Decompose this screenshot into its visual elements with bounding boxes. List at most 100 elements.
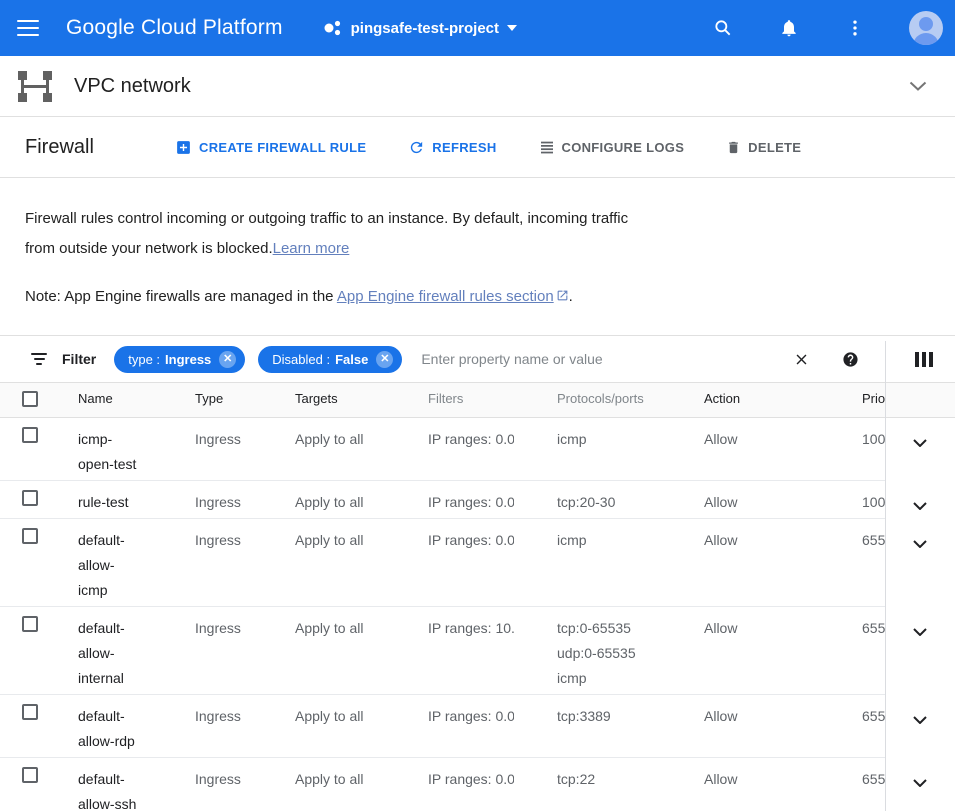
table-row: default-allow-rdp Ingress Apply to all I…: [0, 695, 955, 758]
add-box-icon: [175, 139, 192, 156]
row-checkbox[interactable]: [22, 616, 38, 632]
rule-filters: IP ranges: 10.128.0.0/9: [428, 616, 514, 641]
chevron-down-icon: [507, 25, 517, 31]
rule-protocols: tcp:20-30: [557, 481, 704, 518]
rule-type: Ingress: [195, 695, 295, 757]
rule-name: default-allow-rdp: [78, 704, 142, 754]
trash-icon: [726, 139, 741, 156]
rule-targets: Apply to all: [295, 758, 428, 811]
rule-name: rule-test: [78, 490, 129, 515]
configure-logs-button[interactable]: CONFIGURE LOGS: [539, 139, 685, 155]
note-text: Note: App Engine firewalls are managed i…: [25, 288, 337, 305]
row-checkbox[interactable]: [22, 490, 38, 506]
column-header-targets: Targets: [295, 383, 428, 417]
rule-priority: 1000: [862, 418, 885, 480]
table-row: default-allow-ssh Ingress Apply to all I…: [0, 758, 955, 811]
rule-targets: Apply to all: [295, 519, 428, 606]
help-icon[interactable]: [842, 351, 859, 368]
rule-name: default-allow-icmp: [78, 528, 142, 603]
row-checkbox[interactable]: [22, 704, 38, 720]
select-all-checkbox[interactable]: [22, 391, 38, 407]
rule-targets: Apply to all: [295, 481, 428, 518]
product-title: Google Cloud Platform: [66, 16, 283, 40]
row-expand-chevron-icon[interactable]: [913, 710, 927, 728]
search-icon[interactable]: [711, 16, 735, 40]
rule-name: icmp-open-test: [78, 427, 142, 477]
rule-action: Allow: [704, 758, 862, 811]
rule-action: Allow: [704, 481, 862, 518]
filter-chip-disabled[interactable]: Disabled : False ✕: [258, 346, 402, 373]
column-display-icon[interactable]: [915, 352, 933, 367]
delete-button[interactable]: DELETE: [726, 139, 801, 156]
row-checkbox[interactable]: [22, 427, 38, 443]
table-row: default-allow-internal Ingress Apply to …: [0, 607, 955, 695]
chip-close-icon[interactable]: ✕: [376, 351, 393, 368]
rule-name: default-allow-ssh: [78, 767, 142, 811]
logs-list-icon: [539, 139, 555, 155]
collapse-chevron-icon[interactable]: [909, 81, 927, 91]
rule-targets: Apply to all: [295, 607, 428, 694]
filter-input[interactable]: [421, 351, 793, 367]
column-header-type: Type: [195, 383, 295, 417]
table-row: default-allow-icmp Ingress Apply to all …: [0, 519, 955, 607]
rule-action: Allow: [704, 418, 862, 480]
chip-close-icon[interactable]: ✕: [219, 351, 236, 368]
rule-filters: IP ranges: 0.0.0.0/0: [428, 704, 514, 729]
refresh-button[interactable]: REFRESH: [408, 139, 496, 156]
refresh-icon: [408, 139, 425, 156]
rule-type: Ingress: [195, 519, 295, 606]
rule-action: Allow: [704, 607, 862, 694]
rule-priority: 65534: [862, 758, 885, 811]
clear-filters-icon[interactable]: [793, 351, 810, 368]
section-header: VPC network: [0, 56, 955, 117]
notifications-bell-icon[interactable]: [777, 16, 801, 40]
rule-type: Ingress: [195, 607, 295, 694]
rule-type: Ingress: [195, 418, 295, 480]
row-expand-chevron-icon[interactable]: [913, 622, 927, 640]
column-header-protocols: Protocols/ports: [557, 383, 704, 417]
table-row: rule-test Ingress Apply to all IP ranges…: [0, 481, 955, 519]
rule-priority: 65534: [862, 607, 885, 694]
row-expand-chevron-icon[interactable]: [913, 433, 927, 451]
firewall-toolbar: Firewall CREATE FIREWALL RULE REFRESH CO…: [0, 117, 955, 178]
row-expand-chevron-icon[interactable]: [913, 496, 927, 514]
rule-protocols: tcp:0-65535 udp:0-65535 icmp: [557, 607, 704, 694]
filter-chip-type[interactable]: type : Ingress ✕: [114, 346, 245, 373]
rule-protocols: tcp:22: [557, 758, 704, 811]
project-selector[interactable]: pingsafe-test-project: [323, 18, 517, 38]
menu-icon[interactable]: [0, 20, 56, 36]
rule-targets: Apply to all: [295, 418, 428, 480]
rule-protocols: icmp: [557, 418, 704, 480]
filter-label: Filter: [62, 351, 96, 367]
account-avatar[interactable]: [909, 11, 943, 45]
column-header-name: Name: [78, 383, 195, 417]
filter-bar: Filter type : Ingress ✕ Disabled : False…: [0, 336, 955, 383]
row-expand-chevron-icon[interactable]: [913, 773, 927, 791]
create-firewall-rule-button[interactable]: CREATE FIREWALL RULE: [175, 139, 366, 156]
chip-value: Ingress: [165, 352, 211, 367]
rule-targets: Apply to all: [295, 695, 428, 757]
rule-action: Allow: [704, 695, 862, 757]
rule-filters: IP ranges: 0.0.0.0/0: [428, 767, 514, 792]
project-name: pingsafe-test-project: [351, 20, 499, 37]
rule-action: Allow: [704, 519, 862, 606]
row-expand-chevron-icon[interactable]: [913, 534, 927, 552]
more-options-icon[interactable]: [843, 16, 867, 40]
table-scroll-divider: [885, 341, 886, 811]
column-header-expand: [885, 383, 955, 418]
learn-more-link[interactable]: Learn more: [273, 240, 350, 257]
top-app-bar: Google Cloud Platform pingsafe-test-proj…: [0, 0, 955, 56]
column-header-priority: Priority: [862, 383, 885, 417]
column-header-filters: Filters: [428, 383, 557, 417]
chip-key: type :: [128, 352, 160, 367]
chip-value: False: [335, 352, 368, 367]
row-checkbox[interactable]: [22, 528, 38, 544]
rule-filters: IP ranges: 0.0.0.0/0: [428, 528, 514, 553]
app-engine-firewall-link[interactable]: App Engine firewall rules section: [337, 288, 554, 305]
page-title: VPC network: [74, 75, 909, 98]
firewall-description: Firewall rules control incoming or outgo…: [0, 178, 660, 312]
vpc-network-icon: [18, 71, 52, 102]
rule-type: Ingress: [195, 481, 295, 518]
rule-filters: IP ranges: 0.0.0.0/0: [428, 427, 514, 452]
row-checkbox[interactable]: [22, 767, 38, 783]
